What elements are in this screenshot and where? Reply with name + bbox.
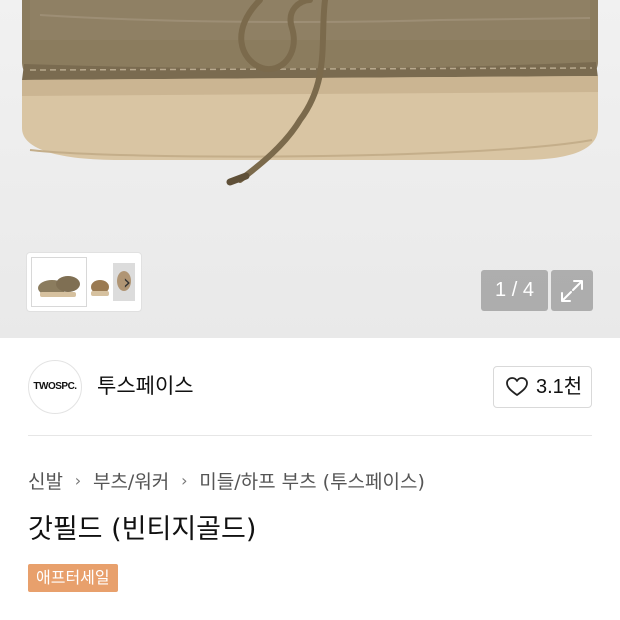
product-image-gallery[interactable]: › 1 / 4 bbox=[0, 0, 620, 338]
breadcrumb-item-shoes[interactable]: 신발 bbox=[28, 467, 63, 494]
fullscreen-button[interactable] bbox=[551, 270, 593, 311]
brand-name[interactable]: 투스페이스 bbox=[97, 370, 194, 402]
breadcrumb-item-mid-boots[interactable]: 미들/하프 부츠 (투스페이스) bbox=[199, 467, 425, 494]
product-title: 갓필드 (빈티지골드) bbox=[28, 514, 257, 545]
thumbnail-strip: › bbox=[27, 253, 141, 311]
thumbnail-2[interactable] bbox=[89, 257, 111, 307]
breadcrumb-item-boots[interactable]: 부츠/워커 bbox=[93, 467, 169, 494]
like-count: 3.1천 bbox=[536, 376, 583, 398]
image-counter: 1 / 4 bbox=[481, 270, 548, 311]
like-button[interactable]: 3.1천 bbox=[493, 366, 592, 408]
chevron-right-icon: › bbox=[181, 470, 188, 490]
chevron-right-icon[interactable]: › bbox=[119, 271, 135, 293]
thumbnail-1[interactable] bbox=[31, 257, 87, 307]
brand-logo[interactable]: TWOSPC. bbox=[28, 360, 82, 414]
sale-badge: 애프터세일 bbox=[28, 564, 118, 592]
breadcrumb: 신발 › 부츠/워커 › 미들/하프 부츠 (투스페이스) bbox=[28, 465, 425, 495]
chevron-right-icon: › bbox=[74, 470, 82, 490]
expand-icon bbox=[561, 280, 583, 302]
divider bbox=[28, 435, 592, 436]
heart-icon bbox=[506, 377, 528, 396]
